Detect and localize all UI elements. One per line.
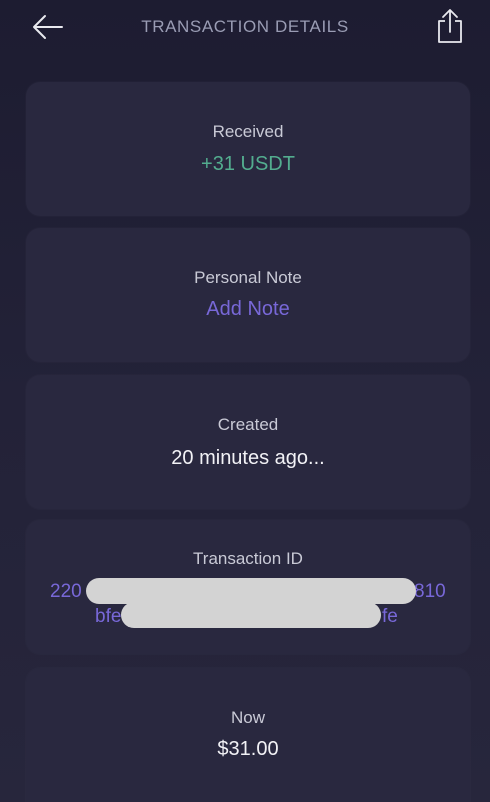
redaction-bar [86,578,416,604]
transaction-id-card: Transaction ID 220 810 bfe fe [26,520,470,654]
now-label: Now [230,708,265,727]
current-value-card: Now $31.00 [26,668,470,802]
received-amount: +31 USDT [201,153,295,175]
transaction-id-label: Transaction ID [193,549,303,568]
add-note-link[interactable]: Add Note [26,298,470,321]
transaction-id-line2-start: bfe [95,606,122,627]
personal-note-card: Personal Note Add Note [26,228,470,362]
personal-note-label: Personal Note [194,268,302,287]
header: TRANSACTION DETAILS [0,0,490,56]
redaction-bar [121,602,381,628]
transaction-id-line2-end: fe [382,606,398,627]
created-value: 20 minutes ago... [171,447,325,469]
created-card: Created 20 minutes ago... [26,375,470,509]
page-title: TRANSACTION DETAILS [141,17,349,36]
share-icon [434,8,466,44]
now-value: $31.00 [217,738,279,760]
share-button[interactable] [434,8,466,44]
created-label: Created [217,415,279,434]
received-card: Received +31 USDT [26,82,470,216]
transaction-id-line1-end: 810 [414,581,446,602]
transaction-id-line1-start: 220 [50,581,82,602]
received-label: Received [212,122,284,141]
